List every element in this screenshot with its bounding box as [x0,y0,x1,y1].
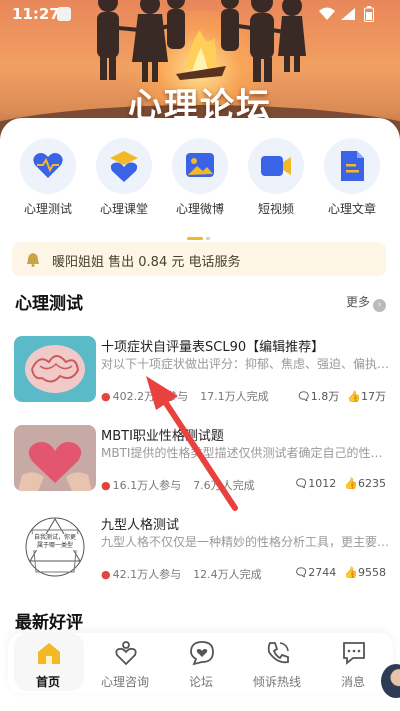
annotation-arrow [146,376,238,511]
